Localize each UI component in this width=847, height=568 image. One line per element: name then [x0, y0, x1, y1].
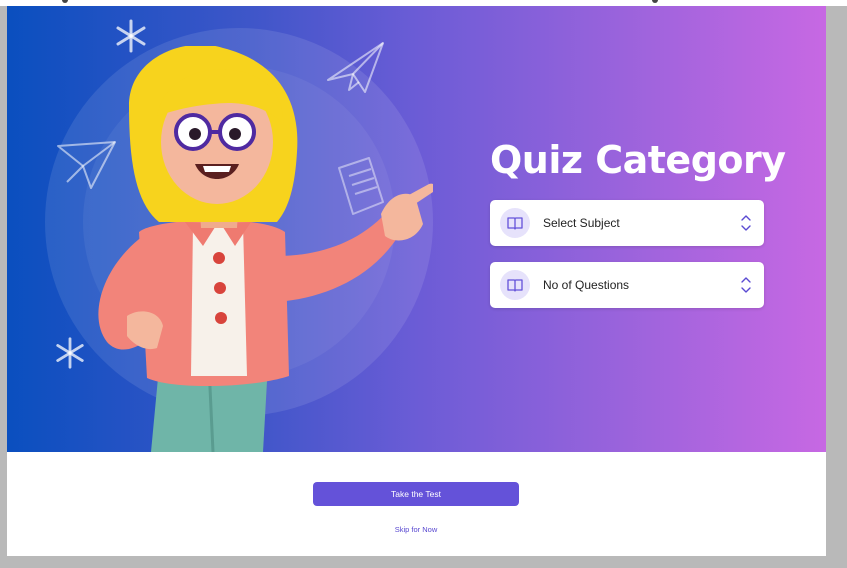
subject-select[interactable]: Select Subject [490, 200, 764, 246]
hero-banner: Quiz Category Select Subject No of Quest… [7, 6, 826, 452]
page-title: Quiz Category [490, 138, 786, 182]
subject-select-value: Select Subject [543, 216, 620, 230]
book-icon [500, 270, 530, 300]
window-dot [62, 0, 68, 3]
chevron-up-down-icon [741, 215, 751, 231]
chevron-up-down-icon [741, 277, 751, 293]
character-illustration [98, 46, 433, 452]
questions-count-select[interactable]: No of Questions [490, 262, 764, 308]
questions-count-select-value: No of Questions [543, 278, 630, 292]
skip-link[interactable]: Skip for Now [313, 525, 519, 534]
take-test-button[interactable]: Take the Test [313, 482, 519, 506]
window-dot [652, 0, 658, 3]
book-icon [500, 208, 530, 238]
quiz-card: Quiz Category Select Subject No of Quest… [7, 6, 826, 556]
